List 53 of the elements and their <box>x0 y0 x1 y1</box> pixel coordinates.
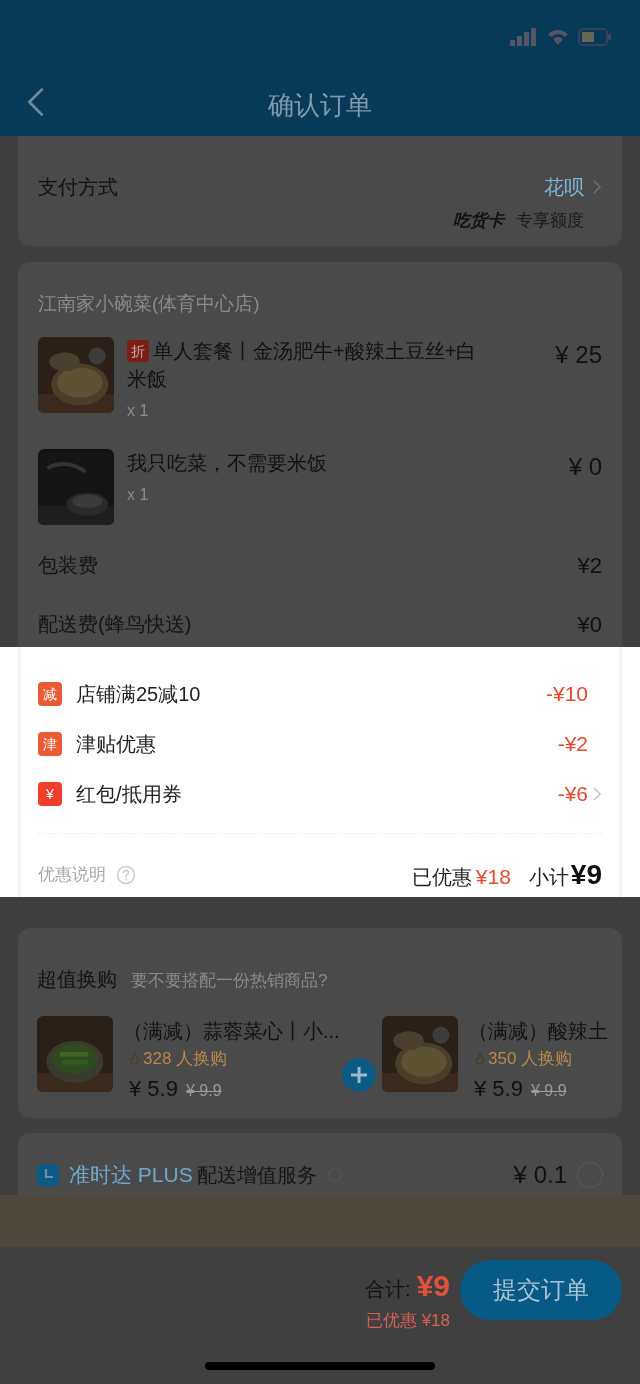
payment-method-link[interactable]: 花呗 <box>544 172 584 202</box>
saved-label: 已优惠 <box>411 865 472 890</box>
payment-label: 支付方式 <box>38 175 118 200</box>
discount-badge: 津 <box>38 732 62 756</box>
discount-label: 津贴优惠 <box>76 732 157 757</box>
battery-icon <box>578 28 612 46</box>
item-name: 折 单人套餐丨金汤肥牛+酸辣土豆丝+白米飯 <box>127 338 477 392</box>
original-price: ¥ 9.9 <box>530 1080 567 1101</box>
item-price: ¥ 0 <box>568 451 602 482</box>
discount-amount: -¥2 <box>557 731 588 758</box>
original-price: ¥ 9.9 <box>185 1080 222 1101</box>
discount-label: 红包/抵用券 <box>76 782 183 807</box>
chevron-icon[interactable] <box>592 786 602 802</box>
product-price: ¥ 5.9 <box>129 1074 178 1103</box>
saved-amount: ¥18 <box>475 864 511 890</box>
product-name: （满减）蒜蓉菜心丨小... <box>123 1019 340 1044</box>
page-title: 确认订单 <box>268 89 372 122</box>
buyer-count: 350 人换购 <box>488 1048 573 1070</box>
total-amount: ¥9 <box>416 1268 450 1304</box>
discount-label: 店铺满25减10 <box>76 682 202 707</box>
item-name: 我只吃菜，不需要米饭 <box>127 450 328 476</box>
discount-badge: 减 <box>38 682 62 706</box>
saved-total: 已优惠 ¥18 <box>365 1310 450 1332</box>
shop-name: 江南家小碗菜(体育中心店) <box>38 292 261 316</box>
item-quantity: x 1 <box>127 484 150 505</box>
flame-icon <box>474 1052 485 1066</box>
discount-note-label: 优惠说明 <box>38 864 106 887</box>
signal-icon <box>510 28 538 46</box>
clock-icon <box>37 1164 59 1186</box>
submit-order-button[interactable]: 提交订单 <box>460 1260 622 1320</box>
service-price: ¥ 0.1 <box>513 1160 567 1190</box>
service-brand: 准时达 PLUS <box>69 1162 193 1189</box>
help-icon <box>116 865 136 885</box>
item-quantity: x 1 <box>127 400 150 421</box>
add-button[interactable] <box>342 1058 376 1092</box>
wifi-icon <box>546 28 570 46</box>
discount-amount: -¥6 <box>557 781 588 808</box>
discount-tag: 折 <box>127 339 149 362</box>
subtotal-label: 小计 <box>528 865 569 890</box>
card-brand: 吃货卡 <box>453 210 504 232</box>
subtotal-amount: ¥9 <box>570 858 602 892</box>
buyer-count: 328 人换购 <box>143 1048 228 1070</box>
flame-icon <box>129 1052 140 1066</box>
product-name: （满减）酸辣土 <box>468 1019 608 1044</box>
fee-amount: ¥2 <box>577 551 602 580</box>
chevron-icon[interactable] <box>592 179 602 195</box>
fee-amount: ¥0 <box>577 610 602 639</box>
section-subtitle: 要不要搭配一份热销商品? <box>131 970 328 992</box>
discount-amount: -¥10 <box>545 681 588 708</box>
item-price: ¥ 25 <box>555 339 602 370</box>
product-price: ¥ 5.9 <box>474 1074 523 1103</box>
section-title: 超值换购 <box>37 967 117 992</box>
discount-badge: ¥ <box>38 782 62 806</box>
